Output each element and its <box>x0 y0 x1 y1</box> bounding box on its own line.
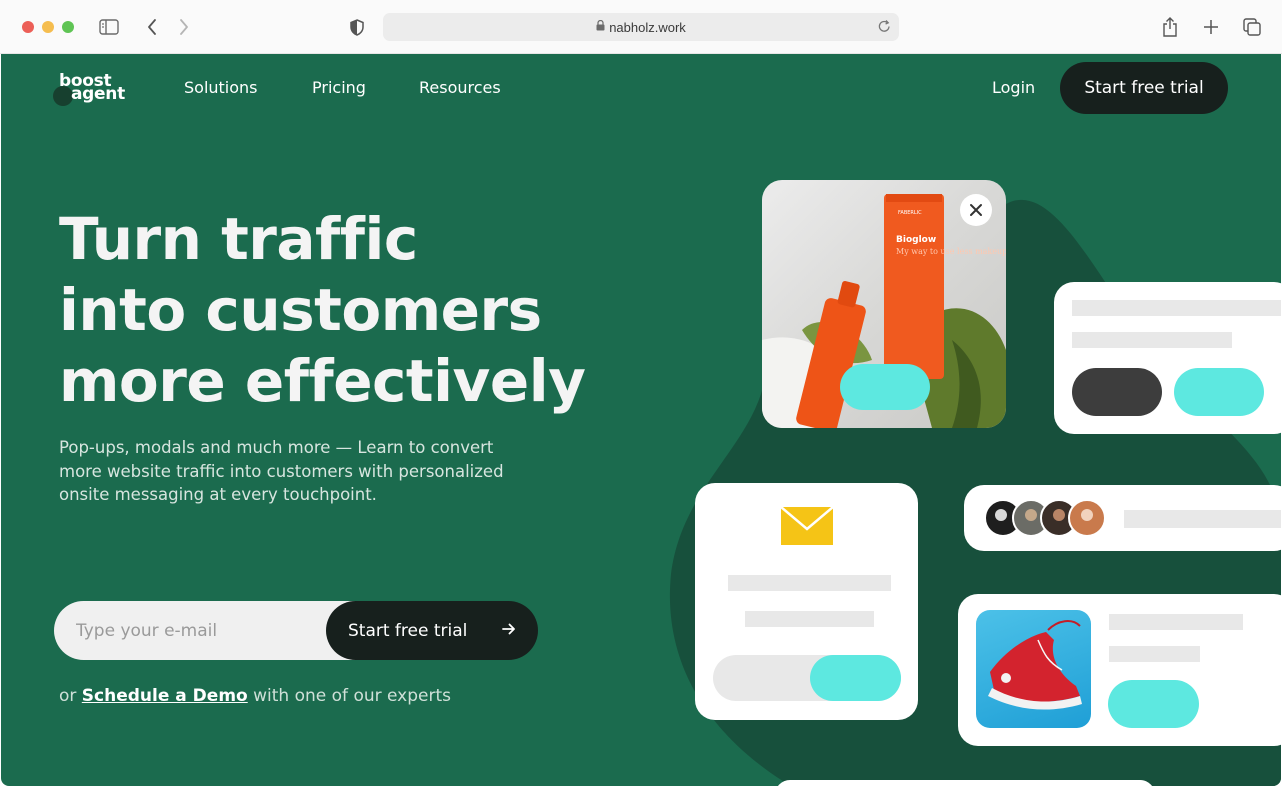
envelope-icon <box>780 506 834 550</box>
logo-text-agent[interactable]: agent <box>71 86 125 103</box>
nav-link-resources[interactable]: Resources <box>419 78 501 97</box>
placeholder-line <box>745 611 874 627</box>
product-tagline: My way to use less makeup <box>896 247 1006 256</box>
popup-action-button[interactable] <box>840 364 930 410</box>
placeholder-dark-button[interactable] <box>1072 368 1162 416</box>
nav-link-pricing[interactable]: Pricing <box>312 78 366 97</box>
reload-icon[interactable] <box>878 19 891 38</box>
demo-line: or Schedule a Demo with one of our exper… <box>59 686 451 706</box>
demo-suffix: with one of our experts <box>253 686 451 706</box>
placeholder-card-buttons <box>1054 282 1281 434</box>
close-icon[interactable] <box>960 194 992 226</box>
placeholder-card-bottom <box>775 780 1155 786</box>
chevron-right-icon[interactable] <box>172 15 196 39</box>
email-start-trial-button[interactable]: Start free trial <box>326 601 538 660</box>
arrow-right-icon <box>502 621 516 641</box>
placeholder-line <box>1109 646 1200 662</box>
placeholder-line <box>1124 510 1281 528</box>
start-free-trial-button[interactable]: Start free trial <box>1060 62 1228 114</box>
product-name: Bioglow <box>896 235 936 245</box>
login-link[interactable]: Login <box>992 78 1035 97</box>
product-recommendation-card <box>958 594 1281 746</box>
close-window-button[interactable] <box>22 21 34 33</box>
url-text: nabholz.work <box>609 19 686 35</box>
sidebar-icon[interactable] <box>97 15 121 39</box>
hero-subtext: Pop-ups, modals and much more — Learn to… <box>59 438 504 504</box>
email-signup-form: Start free trial <box>54 601 538 660</box>
avatar-stack <box>984 499 1106 537</box>
placeholder-shop-button[interactable] <box>1108 680 1199 728</box>
social-proof-card <box>964 485 1281 551</box>
product-popup-card: FABERLIC Bioglow My way to use less make… <box>762 180 1006 428</box>
email-button-label: Start free trial <box>348 620 468 641</box>
landing-page: boost agent Solutions Pricing Resources … <box>1 54 1281 786</box>
placeholder-line <box>1072 300 1281 316</box>
zoom-window-button[interactable] <box>62 21 74 33</box>
headline-line-3: more effectively <box>59 347 586 415</box>
plus-icon[interactable] <box>1199 15 1223 39</box>
placeholder-submit-button[interactable] <box>810 655 901 701</box>
product-tagline-text: My way to use less makeup <box>896 247 1006 256</box>
placeholder-teal-button[interactable] <box>1174 368 1264 416</box>
nav-link-solutions[interactable]: Solutions <box>184 78 258 97</box>
schedule-demo-link[interactable]: Schedule a Demo <box>82 686 248 706</box>
share-icon[interactable] <box>1158 15 1182 39</box>
lock-icon <box>596 18 605 36</box>
hero-headline: Turn traffic into customers more effecti… <box>59 204 586 417</box>
headline-line-2: into customers <box>59 276 542 344</box>
demo-prefix: or <box>59 686 77 706</box>
chevron-left-icon[interactable] <box>140 15 164 39</box>
minimize-window-button[interactable] <box>42 21 54 33</box>
tabs-icon[interactable] <box>1240 15 1264 39</box>
product-brand: FABERLIC <box>898 210 922 216</box>
browser-toolbar: nabholz.work <box>0 0 1282 54</box>
placeholder-line <box>1072 332 1232 348</box>
address-bar[interactable]: nabholz.work <box>383 13 899 41</box>
placeholder-line <box>728 575 891 591</box>
headline-line-1: Turn traffic <box>59 205 418 273</box>
shield-icon[interactable] <box>345 15 369 39</box>
placeholder-line <box>1109 614 1243 630</box>
newsletter-card <box>695 483 918 720</box>
sneaker-image <box>976 610 1091 728</box>
